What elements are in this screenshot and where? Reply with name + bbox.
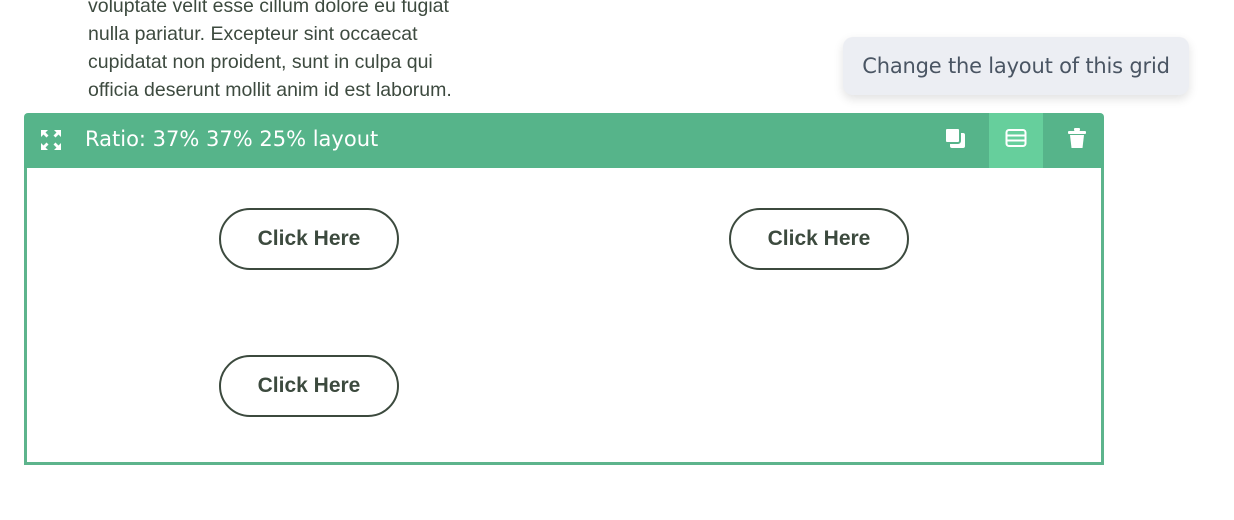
grid-body: Click Here Click Here Click Here — [24, 168, 1104, 465]
paragraph-line: voluptate velit esse cillum dolore eu fu… — [88, 0, 449, 17]
click-here-button[interactable]: Click Here — [729, 208, 909, 270]
grid-title: Ratio: 37% 37% 25% layout — [85, 127, 379, 151]
paragraph-line: cupidatat non proident, sunt in culpa qu… — [88, 51, 433, 73]
layout-tooltip: Change the layout of this grid — [843, 37, 1189, 95]
expand-arrows-icon[interactable] — [40, 129, 62, 151]
change-layout-button[interactable] — [989, 113, 1043, 168]
body-paragraph: voluptate velit esse cillum dolore eu fu… — [88, 0, 528, 104]
trash-icon — [1067, 127, 1087, 154]
duplicate-icon — [944, 127, 966, 154]
grid-block: Ratio: 37% 37% 25% layout Click Here Cli… — [24, 113, 1104, 465]
click-here-button[interactable]: Click Here — [219, 208, 399, 270]
click-here-button[interactable]: Click Here — [219, 355, 399, 417]
paragraph-line: nulla pariatur. Excepteur sint occaecat — [88, 23, 418, 45]
paragraph-line: officia deserunt mollit anim id est labo… — [88, 79, 452, 101]
delete-button[interactable] — [1050, 113, 1104, 168]
grid-layout-icon — [1005, 127, 1027, 154]
duplicate-button[interactable] — [928, 113, 982, 168]
grid-toolbar: Ratio: 37% 37% 25% layout — [24, 113, 1104, 168]
